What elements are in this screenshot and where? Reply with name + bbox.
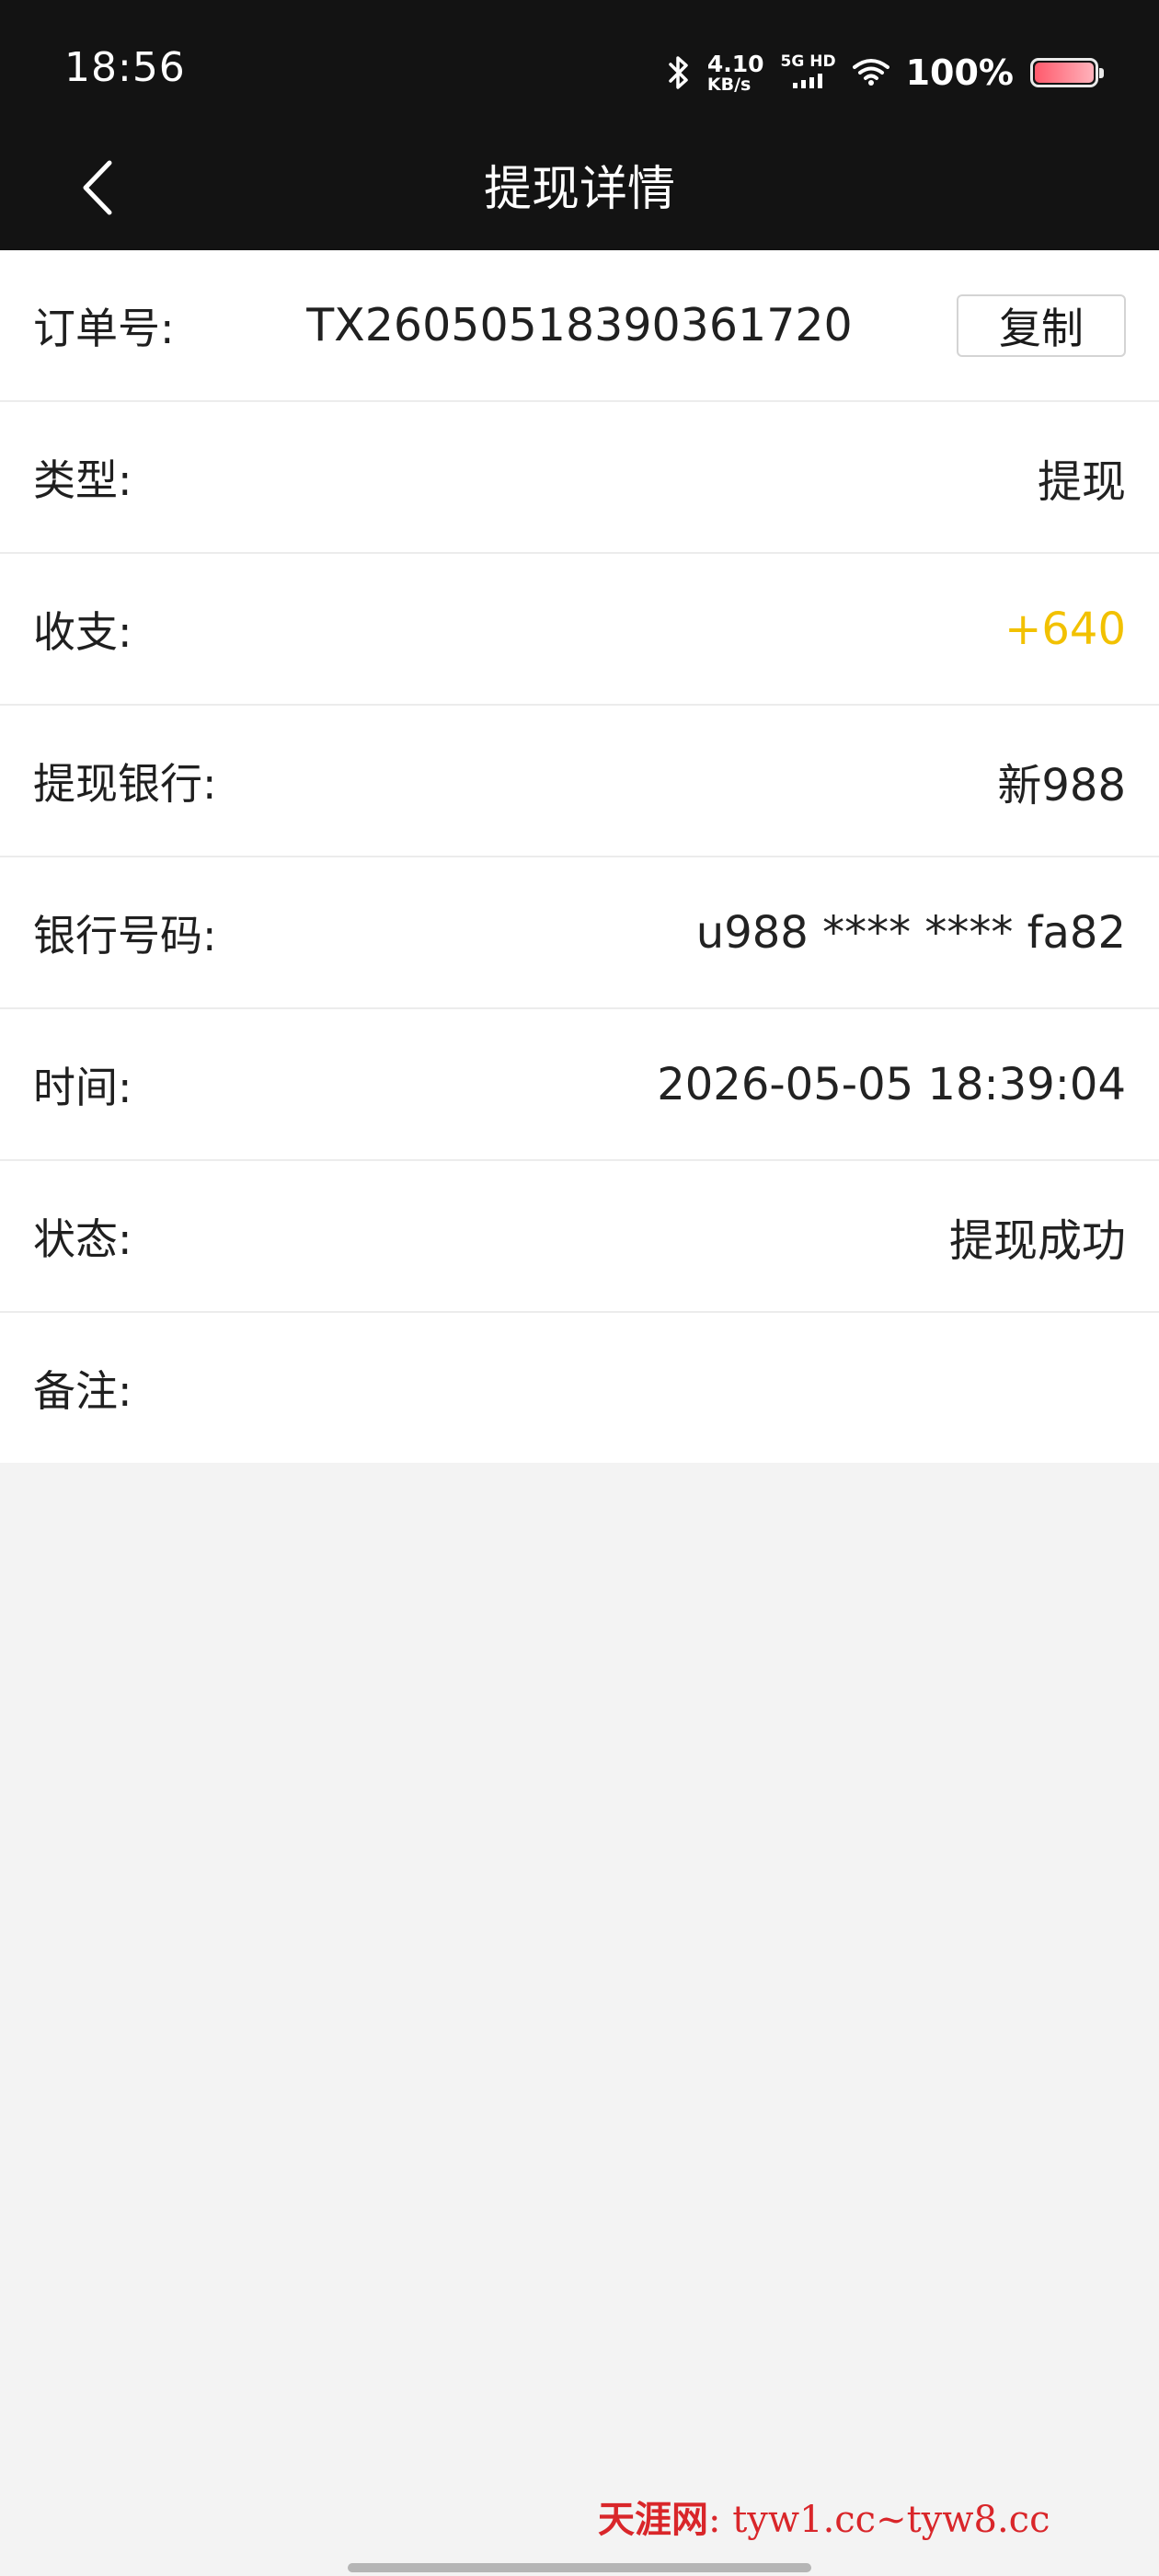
time-value: 2026-05-05 18:39:04 <box>657 1058 1126 1110</box>
income-expense-value: +640 <box>1004 603 1126 655</box>
type-value: 提现 <box>1037 455 1126 508</box>
battery-icon <box>1030 58 1104 87</box>
status-icons: 4.10 KB/s 5G HD 100% <box>667 46 1104 99</box>
income-expense-row: 收支: +640 <box>0 554 1159 706</box>
detail-list: 订单号: TX26050518390361720 复制 类型: 提现 收支: +… <box>0 250 1159 1463</box>
bank-value: 新988 <box>997 759 1126 811</box>
watermark: 天涯网: tyw1.cc~tyw8.cc <box>598 2490 1050 2543</box>
battery-fill <box>1035 63 1094 83</box>
bluetooth-icon <box>667 54 691 91</box>
cellular-signal: 5G HD <box>780 52 836 92</box>
type-row: 类型: 提现 <box>0 402 1159 554</box>
remark-row: 备注: <box>0 1313 1159 1463</box>
network-speed-unit: KB/s <box>706 74 752 95</box>
status-label: 状态: <box>33 1213 132 1264</box>
type-label: 类型: <box>33 454 132 505</box>
watermark-domains: tyw1.cc~tyw8.cc <box>732 2499 1050 2541</box>
watermark-separator: : <box>708 2499 721 2541</box>
home-indicator[interactable] <box>348 2563 811 2572</box>
watermark-brand: 天涯网 <box>598 2498 708 2541</box>
bank-number-value: u988 **** **** fa82 <box>695 906 1126 959</box>
bank-number-label: 银行号码: <box>33 910 217 960</box>
network-speed: 4.10 KB/s <box>707 52 764 94</box>
bank-row: 提现银行: 新988 <box>0 706 1159 857</box>
page-title: 提现详情 <box>483 162 675 217</box>
wifi-icon <box>852 58 889 87</box>
network-speed-value: 4.10 <box>706 50 764 77</box>
title-bar: 提现详情 <box>0 140 1159 250</box>
time-label: 时间: <box>33 1062 132 1112</box>
status-time: 18:56 <box>64 44 186 91</box>
remark-label: 备注: <box>33 1365 132 1416</box>
order-number-label: 订单号: <box>33 303 175 353</box>
status-row: 状态: 提现成功 <box>0 1161 1159 1313</box>
income-expense-label: 收支: <box>33 606 132 657</box>
withdrawal-detail-page: 18:56 4.10 KB/s 5G HD 100% 提现详情 订单号: TX2… <box>0 0 1159 2576</box>
signal-label: 5G HD <box>780 52 836 71</box>
bank-label: 提现银行: <box>33 758 217 809</box>
battery-percent: 100% <box>905 52 1014 93</box>
time-row: 时间: 2026-05-05 18:39:04 <box>0 1009 1159 1161</box>
cellular-signal-icon <box>792 73 825 92</box>
copy-button[interactable]: 复制 <box>957 293 1126 357</box>
order-number-row: 订单号: TX26050518390361720 复制 <box>0 250 1159 402</box>
status-value: 提现成功 <box>948 1214 1126 1267</box>
bank-number-row: 银行号码: u988 **** **** fa82 <box>0 857 1159 1009</box>
status-bar: 18:56 4.10 KB/s 5G HD 100% <box>0 0 1159 140</box>
